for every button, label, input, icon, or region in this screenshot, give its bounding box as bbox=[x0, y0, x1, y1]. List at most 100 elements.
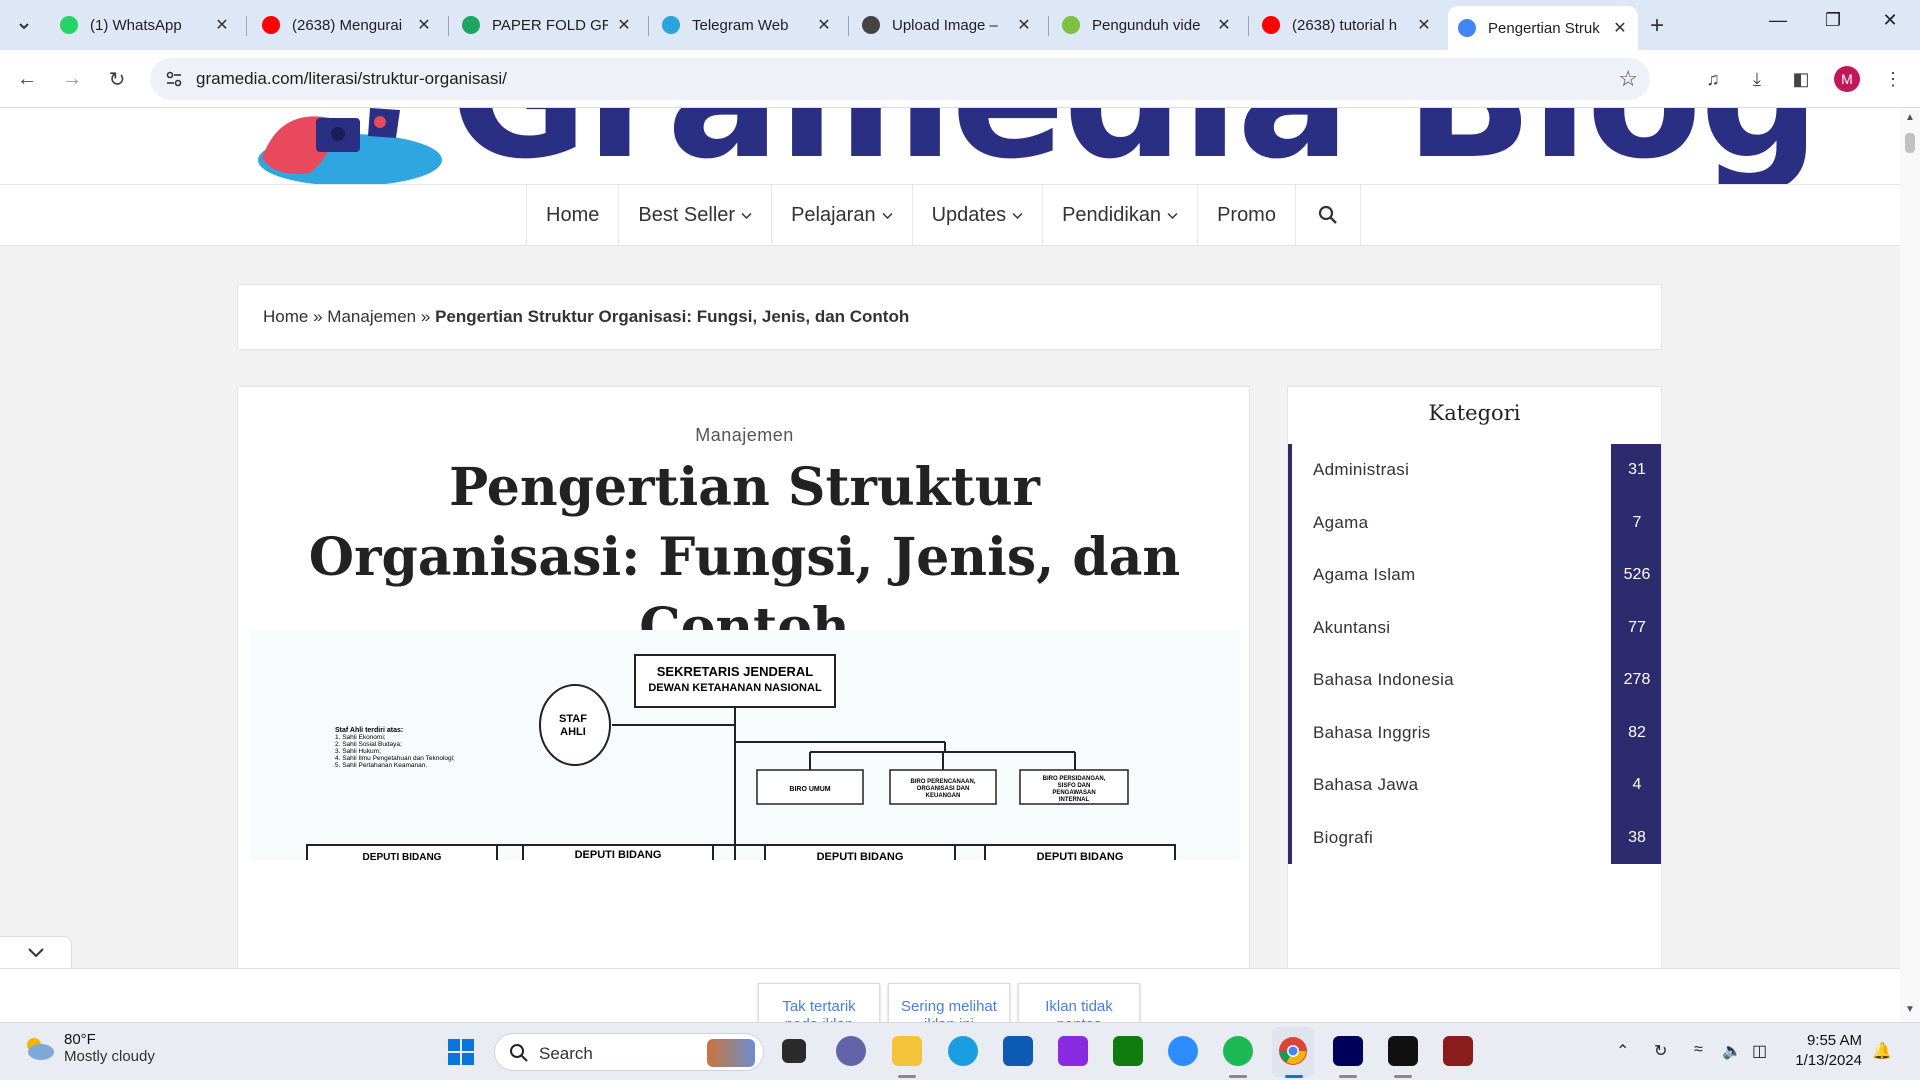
nav-item-best-seller[interactable]: Best Seller bbox=[618, 185, 771, 245]
category-item[interactable]: Akuntansi 77 bbox=[1288, 601, 1661, 654]
site-info-icon[interactable] bbox=[164, 69, 184, 89]
bookmark-star-icon[interactable]: ☆ bbox=[1618, 66, 1638, 92]
winrar-icon[interactable] bbox=[1443, 1036, 1473, 1066]
category-item[interactable]: Bahasa Indonesia 278 bbox=[1288, 654, 1661, 707]
sync-icon[interactable]: ↻ bbox=[1654, 1041, 1667, 1061]
category-name[interactable]: Agama bbox=[1313, 513, 1368, 533]
browser-tab[interactable]: Upload Image – ✕ bbox=[852, 8, 1042, 42]
taskbar-search-box[interactable]: Search bbox=[494, 1033, 764, 1071]
category-name[interactable]: Agama Islam bbox=[1313, 565, 1416, 585]
browser-tab[interactable]: (2638) tutorial h ✕ bbox=[1252, 8, 1442, 42]
close-tab-icon[interactable]: ✕ bbox=[416, 15, 432, 35]
task-view-icon[interactable] bbox=[782, 1039, 806, 1063]
article-category-link[interactable]: Manajemen bbox=[238, 425, 1249, 446]
url-text[interactable]: gramedia.com/literasi/struktur-organisas… bbox=[196, 69, 507, 89]
browser-tab[interactable]: (2638) Mengurai ✕ bbox=[252, 8, 442, 42]
side-panel-icon[interactable]: ◧ bbox=[1786, 64, 1816, 94]
close-window-icon[interactable]: ✕ bbox=[1875, 10, 1905, 31]
system-clock[interactable]: 9:55 AM 1/13/2024 bbox=[1790, 1031, 1862, 1071]
menu-kebab-icon[interactable]: ⋮ bbox=[1878, 64, 1908, 94]
browser-tab[interactable]: Pengertian Struk ✕ bbox=[1448, 6, 1638, 50]
new-tab-plus-icon[interactable]: + bbox=[1650, 12, 1664, 40]
chrome-icon[interactable] bbox=[1278, 1036, 1308, 1066]
breadcrumb-category-link[interactable]: Manajemen bbox=[327, 307, 416, 326]
page-scrollbar[interactable]: ▲ ▼ bbox=[1900, 108, 1920, 1022]
capcut-icon[interactable] bbox=[1388, 1036, 1418, 1066]
nav-item-home[interactable]: Home bbox=[526, 185, 618, 245]
ad-feedback-not-interested-button[interactable]: Tak tertarik pada iklan bbox=[758, 983, 880, 1022]
tray-chevron-up-icon[interactable]: ⌃ bbox=[1616, 1041, 1629, 1061]
nav-item-updates[interactable]: Updates bbox=[911, 185, 1043, 245]
collapse-ad-chevron-icon[interactable] bbox=[0, 936, 72, 970]
premiere-pro-icon[interactable] bbox=[1333, 1036, 1363, 1066]
nav-item-pendidikan[interactable]: Pendidikan bbox=[1042, 185, 1197, 245]
logo-illustration-icon[interactable] bbox=[250, 108, 450, 184]
category-name[interactable]: Bahasa Inggris bbox=[1313, 723, 1431, 743]
microsoft-store-icon[interactable] bbox=[1003, 1036, 1033, 1066]
reload-icon[interactable]: ↻ bbox=[102, 64, 132, 94]
file-explorer-icon[interactable] bbox=[892, 1036, 922, 1066]
category-item[interactable]: Biografi 38 bbox=[1288, 811, 1661, 864]
category-item[interactable]: Agama Islam 526 bbox=[1288, 549, 1661, 602]
category-name[interactable]: Administrasi bbox=[1313, 460, 1409, 480]
tab-separator bbox=[1048, 16, 1049, 36]
scroll-down-arrow-icon[interactable]: ▼ bbox=[1905, 1004, 1915, 1015]
ad-feedback-seen-often-button[interactable]: Sering melihat iklan ini bbox=[888, 983, 1010, 1022]
battery-icon[interactable]: ◫ bbox=[1752, 1041, 1767, 1061]
close-tab-icon[interactable]: ✕ bbox=[1016, 15, 1032, 35]
site-logo-text[interactable]: Gramedia Blog bbox=[450, 108, 1820, 184]
category-name[interactable]: Bahasa Jawa bbox=[1313, 775, 1418, 795]
category-item[interactable]: Agama 7 bbox=[1288, 496, 1661, 549]
active-indicator bbox=[1229, 1075, 1247, 1078]
category-item[interactable]: Bahasa Inggris 82 bbox=[1288, 706, 1661, 759]
category-item[interactable]: Administrasi 31 bbox=[1288, 444, 1661, 497]
windows-start-icon[interactable] bbox=[448, 1039, 474, 1065]
volume-icon[interactable]: 🔈 bbox=[1722, 1041, 1742, 1061]
close-tab-icon[interactable]: ✕ bbox=[214, 15, 230, 35]
org-staf-line1: STAF bbox=[559, 713, 587, 725]
edge-icon[interactable] bbox=[948, 1036, 978, 1066]
teams-chat-icon[interactable] bbox=[836, 1036, 866, 1066]
category-name[interactable]: Biografi bbox=[1313, 828, 1373, 848]
scroll-up-arrow-icon[interactable]: ▲ bbox=[1905, 112, 1915, 123]
browser-tab[interactable]: (1) WhatsApp ✕ bbox=[50, 8, 240, 42]
close-tab-icon[interactable]: ✕ bbox=[616, 15, 632, 35]
forward-arrow-icon[interactable]: → bbox=[57, 64, 87, 94]
wifi-icon[interactable]: ≈ bbox=[1694, 1041, 1703, 1059]
org-biro-perencanaan-line3: KEUANGAN bbox=[926, 793, 961, 799]
tab-search-chevron-icon[interactable] bbox=[10, 12, 38, 40]
org-deputi-4: DEPUTI BIDANG bbox=[1037, 851, 1124, 860]
category-count-badge: 82 bbox=[1611, 706, 1661, 759]
close-tab-icon[interactable]: ✕ bbox=[1416, 15, 1432, 35]
zoom-icon[interactable] bbox=[1168, 1036, 1198, 1066]
downloads-icon[interactable]: ⤓ bbox=[1742, 64, 1772, 94]
category-name[interactable]: Bahasa Indonesia bbox=[1313, 670, 1454, 690]
notification-bell-icon[interactable]: 🔔 bbox=[1872, 1041, 1892, 1061]
whatsapp-icon bbox=[60, 16, 78, 34]
address-bar[interactable]: gramedia.com/literasi/struktur-organisas… bbox=[150, 58, 1650, 100]
browser-tab-title: (2638) tutorial h bbox=[1292, 16, 1398, 34]
nav-search-button[interactable] bbox=[1294, 185, 1361, 245]
close-tab-icon[interactable]: ✕ bbox=[816, 15, 832, 35]
category-name[interactable]: Akuntansi bbox=[1313, 618, 1390, 638]
nav-item-pelajaran[interactable]: Pelajaran bbox=[771, 185, 912, 245]
ad-feedback-inappropriate-button[interactable]: Iklan tidak pantas bbox=[1018, 983, 1140, 1022]
scroll-thumb[interactable] bbox=[1905, 133, 1915, 153]
xbox-icon[interactable] bbox=[1113, 1036, 1143, 1066]
browser-tab[interactable]: Pengunduh vide ✕ bbox=[1052, 8, 1242, 42]
profile-avatar[interactable]: M bbox=[1834, 66, 1860, 92]
back-arrow-icon[interactable]: ← bbox=[12, 64, 42, 94]
browser-tab[interactable]: PAPER FOLD GRE ✕ bbox=[452, 8, 642, 42]
spotify-icon[interactable] bbox=[1223, 1036, 1253, 1066]
close-tab-icon[interactable]: ✕ bbox=[1612, 18, 1628, 38]
category-item[interactable]: Bahasa Jawa 4 bbox=[1288, 759, 1661, 812]
browser-tab[interactable]: Telegram Web ✕ bbox=[652, 8, 842, 42]
weather-widget[interactable]: 80°F Mostly cloudy bbox=[22, 1031, 155, 1065]
media-control-icon[interactable]: ♫ bbox=[1698, 64, 1728, 94]
breadcrumb-home-link[interactable]: Home bbox=[263, 307, 308, 326]
app-purple-icon[interactable] bbox=[1058, 1036, 1088, 1066]
nav-item-promo[interactable]: Promo bbox=[1197, 185, 1295, 245]
minimize-icon[interactable]: — bbox=[1763, 10, 1793, 31]
close-tab-icon[interactable]: ✕ bbox=[1216, 15, 1232, 35]
restore-icon[interactable]: ❐ bbox=[1818, 10, 1848, 31]
